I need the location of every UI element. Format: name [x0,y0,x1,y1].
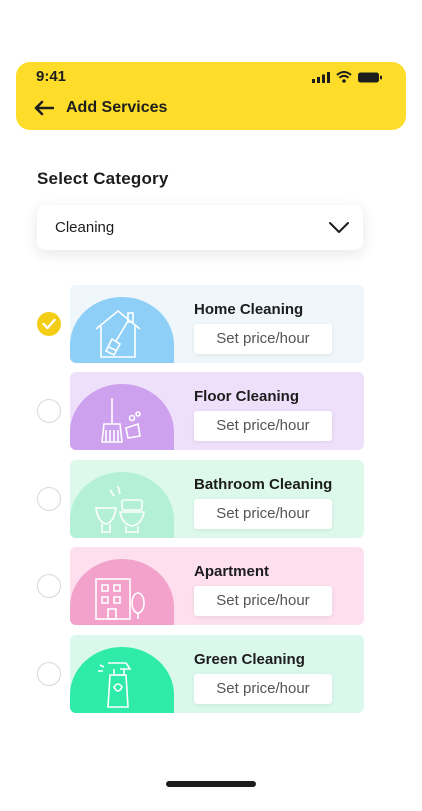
select-category-label: Select Category [37,169,169,188]
house-broom-icon [95,309,141,358]
page-title: Add Services [66,99,168,116]
category-selected-value: Cleaning [55,219,115,236]
service-name: Bathroom Cleaning [194,476,333,493]
category-dropdown[interactable]: Cleaning [37,205,363,250]
home-indicator[interactable] [166,781,256,787]
wifi-icon [336,71,352,83]
service-icon-bg [70,559,174,625]
spray-bottle-icon [98,662,132,708]
set-price-button[interactable]: Set price/hour [194,411,332,441]
service-radio[interactable] [37,399,61,423]
arrow-left-icon [34,100,54,116]
service-name: Green Cleaning [194,651,305,668]
service-item-green-cleaning[interactable]: Green Cleaning Set price/hour [0,635,422,713]
set-price-button[interactable]: Set price/hour [194,674,332,704]
service-card[interactable]: Home Cleaning Set price/hour [70,285,364,363]
service-card[interactable]: Green Cleaning Set price/hour [70,635,364,713]
service-name: Floor Cleaning [194,388,299,405]
service-radio[interactable] [37,662,61,686]
service-radio[interactable] [37,574,61,598]
service-name: Apartment [194,563,270,580]
service-icon-bg [70,647,174,713]
toilet-icon [95,485,145,533]
service-radio-checked[interactable] [37,312,61,336]
building-icon [95,578,145,620]
service-item-bathroom-cleaning[interactable]: Bathroom Cleaning Set price/hour [0,460,422,538]
status-time: 9:41 [36,68,67,85]
service-icon-bg [70,384,174,450]
checkmark-icon [42,318,56,330]
service-item-apartment[interactable]: Apartment Set price/hour [0,547,422,625]
service-name: Home Cleaning [194,301,304,318]
status-icons [312,71,382,83]
broom-dustpan-icon [101,398,141,443]
service-card[interactable]: Floor Cleaning Set price/hour [70,372,364,450]
app-header: 9:41 Add Services [16,62,406,130]
service-card[interactable]: Bathroom Cleaning Set price/hour [70,460,364,538]
service-item-home-cleaning[interactable]: Home Cleaning Set price/hour [0,285,422,363]
service-item-floor-cleaning[interactable]: Floor Cleaning Set price/hour [0,372,422,450]
service-radio[interactable] [37,487,61,511]
battery-icon [358,72,382,82]
back-button[interactable] [34,98,56,118]
signal-icon [312,71,330,83]
service-icon-bg [70,472,174,538]
set-price-button[interactable]: Set price/hour [194,499,332,529]
set-price-button[interactable]: Set price/hour [194,324,332,354]
chevron-down-icon [329,222,349,233]
service-icon-bg [70,297,174,363]
service-card[interactable]: Apartment Set price/hour [70,547,364,625]
set-price-button[interactable]: Set price/hour [194,586,332,616]
